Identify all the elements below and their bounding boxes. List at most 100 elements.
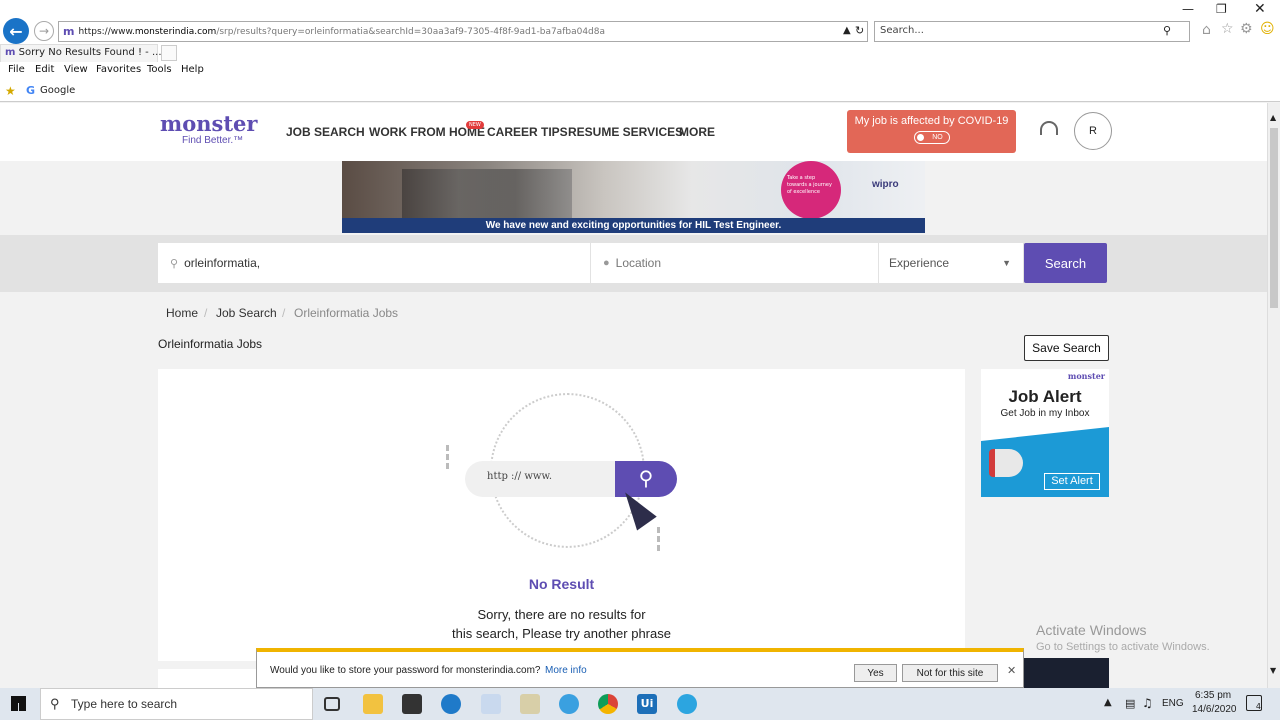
file-explorer-icon[interactable] — [363, 694, 383, 714]
search-icon[interactable]: ⚲ — [1163, 24, 1171, 37]
menu-tools[interactable]: Tools — [147, 64, 172, 75]
breadcrumb-separator: / — [282, 306, 286, 320]
refresh-icon[interactable]: ↻ — [855, 24, 864, 37]
language-indicator[interactable]: ENG — [1162, 698, 1184, 709]
telegram-icon[interactable] — [677, 694, 697, 714]
no-result-title: No Result — [528, 576, 595, 592]
location-field[interactable]: ● Location — [591, 243, 878, 283]
avatar[interactable]: R — [1074, 112, 1112, 150]
restore-button[interactable]: ❐ — [1216, 2, 1227, 16]
scroll-up-icon[interactable]: ▲ — [1270, 113, 1276, 122]
internet-explorer-icon[interactable] — [559, 694, 579, 714]
menu-edit[interactable]: Edit — [35, 64, 54, 75]
new-tab-button[interactable] — [161, 45, 177, 61]
nav-more[interactable]: MORE — [679, 125, 715, 139]
no-result-message-2: this search, Please try another phrase — [452, 626, 671, 641]
scroll-down-icon[interactable]: ▼ — [1270, 666, 1276, 675]
browser-tab[interactable]: m Sorry No Results Found ! - ... ✕ — [0, 44, 177, 62]
scroll-thumb[interactable] — [1270, 128, 1278, 308]
breadcrumb-home[interactable]: Home — [166, 306, 198, 320]
network-icon[interactable]: ▤ — [1125, 697, 1135, 710]
url-path: /srp/results?query=orleinformatia&search… — [216, 26, 606, 37]
set-alert-button[interactable]: Set Alert — [1044, 473, 1100, 490]
nav-job-search[interactable]: JOB SEARCH — [286, 125, 365, 139]
notification-icon[interactable]: 4 — [1246, 695, 1262, 711]
more-info-link[interactable]: More info — [545, 665, 587, 676]
uipath-icon[interactable]: Ui — [637, 694, 657, 714]
menu-view[interactable]: View — [64, 64, 88, 75]
store-icon[interactable] — [402, 694, 422, 714]
experience-label: Experience — [889, 256, 950, 270]
banner-badge: Take a step towards a journey of excelle… — [781, 161, 841, 219]
logo-text: monster — [160, 111, 258, 136]
google-icon: G — [26, 84, 36, 97]
save-search-button[interactable]: Save Search — [1024, 335, 1109, 361]
page-title: Orleinformatia Jobs — [158, 337, 263, 351]
site-favicon: m — [63, 25, 75, 38]
save-password-never-button[interactable]: Not for this site — [902, 664, 998, 682]
breadcrumb-job-search[interactable]: Job Search — [216, 306, 277, 320]
notification-count: 4 — [1255, 702, 1261, 711]
volume-icon[interactable]: ♫ — [1142, 696, 1153, 710]
illustration-url-bar: http :// www. — [465, 461, 615, 497]
activate-windows-title: Activate Windows — [1036, 622, 1147, 638]
banner-brand: wipro — [872, 179, 899, 190]
breadcrumb-current: Orleinformatia Jobs — [294, 306, 399, 320]
paint-icon[interactable] — [520, 694, 540, 714]
clock-date[interactable]: 14/6/2020 — [1192, 704, 1237, 715]
keyword-search-icon: ⚲ — [170, 257, 179, 270]
keyword-field[interactable]: ⚲ orleinformatia, — [158, 243, 590, 283]
menu-file[interactable]: File — [8, 64, 25, 75]
favorites-star-icon[interactable]: ☆ — [1221, 21, 1234, 37]
nav-career-tips[interactable]: CAREER TIPS — [487, 125, 568, 139]
banner-people-image — [402, 169, 572, 219]
close-icon[interactable]: ✕ — [1007, 664, 1016, 677]
windows-start-icon[interactable] — [11, 696, 26, 711]
chevron-down-icon: ▼ — [1002, 258, 1011, 268]
sparkle-lines-icon — [446, 445, 464, 469]
chevron-up-icon[interactable]: ▲ — [1104, 697, 1112, 708]
password-save-bar: Would you like to store your password fo… — [256, 648, 1024, 688]
close-window-button[interactable]: ✕ — [1254, 1, 1266, 17]
back-button[interactable]: ← — [3, 18, 29, 44]
address-bar[interactable]: m https://www. monsterindia.com /srp/res… — [58, 21, 868, 42]
edge-icon[interactable] — [441, 694, 461, 714]
experience-select[interactable]: Experience ▼ — [879, 243, 1023, 283]
chrome-icon[interactable] — [598, 694, 618, 714]
menu-help[interactable]: Help — [181, 64, 204, 75]
windows-taskbar: ⚲ Type here to search Ui ▲ ▤ ♫ ENG 6:35 … — [0, 688, 1280, 720]
taskbar-search-placeholder: Type here to search — [71, 697, 178, 711]
keyword-input-value: orleinformatia, — [184, 256, 261, 270]
job-alert-subtitle: Get Job in my Inbox — [1000, 408, 1090, 419]
minimize-button[interactable]: — — [1182, 2, 1194, 16]
smiley-icon[interactable]: ☺ — [1260, 21, 1275, 37]
covid-text: My job is affected by COVID-19 — [854, 115, 1009, 127]
settings-gear-icon[interactable]: ⚙ — [1240, 21, 1253, 37]
url-prefix: https://www. — [78, 26, 135, 37]
browser-search-input[interactable]: Search... — [874, 21, 1190, 42]
clock-time[interactable]: 6:35 pm — [1195, 690, 1231, 701]
covid-widget[interactable]: My job is affected by COVID-19 NO — [847, 110, 1016, 153]
task-view-icon[interactable] — [324, 697, 340, 711]
forward-button[interactable]: → — [34, 21, 54, 41]
ad-banner[interactable]: Take a step towards a journey of excelle… — [342, 161, 925, 233]
page-scrollbar[interactable]: ▲ ▼ — [1267, 103, 1280, 688]
taskbar-search-input[interactable]: ⚲ Type here to search — [40, 688, 313, 720]
nav-resume-services[interactable]: RESUME SERVICES — [568, 125, 683, 139]
monster-logo[interactable]: monster Find Better.™ — [160, 113, 270, 149]
activate-windows-subtitle: Go to Settings to activate Windows. — [1036, 641, 1210, 653]
dashboard-gauge-icon[interactable] — [1040, 121, 1058, 135]
menu-favorites[interactable]: Favorites — [96, 64, 141, 75]
snipping-tool-icon[interactable] — [481, 694, 501, 714]
search-button[interactable]: Search — [1024, 243, 1107, 283]
favorite-google[interactable]: Google — [40, 85, 75, 96]
password-prompt: Would you like to store your password fo… — [270, 665, 541, 676]
add-favorite-icon[interactable]: ★ — [5, 84, 16, 98]
job-alert-card[interactable]: monster Job Alert Get Job in my Inbox Se… — [981, 369, 1109, 497]
home-icon[interactable]: ⌂ — [1202, 22, 1211, 38]
save-password-yes-button[interactable]: Yes — [854, 664, 897, 682]
lock-icon: ▲ — [843, 25, 851, 36]
covid-toggle[interactable]: NO — [913, 131, 950, 144]
megaphone-icon — [989, 449, 1023, 477]
banner-strip: We have new and exciting opportunities f… — [342, 218, 925, 233]
